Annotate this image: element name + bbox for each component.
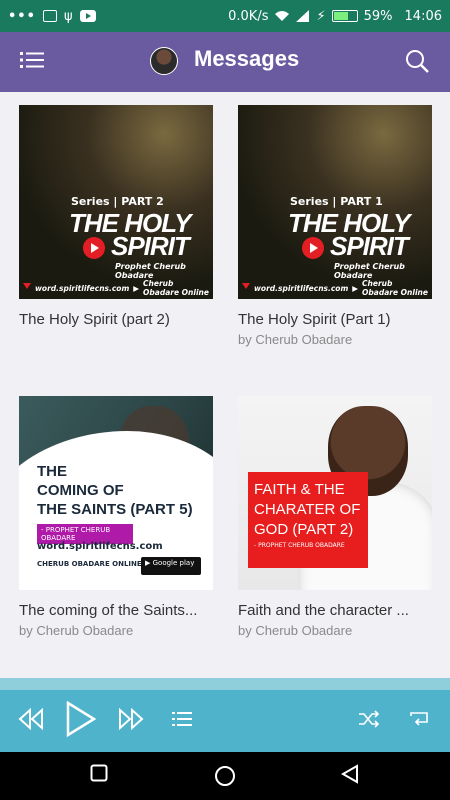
card-title: The coming of the Saints... (19, 602, 198, 619)
card-title: Faith and the character ... (238, 602, 409, 619)
recent-apps-icon[interactable] (90, 764, 108, 782)
message-card[interactable]: Series | PART 2 THE HOLY SPIRIT Prophet … (19, 105, 213, 332)
google-play-badge: ▶ Google play (141, 557, 201, 575)
shuffle-icon[interactable] (358, 710, 380, 728)
battery-icon (331, 10, 358, 22)
thumb-title-line2: SPIRIT (330, 231, 409, 261)
charging-icon: ⚡ (316, 8, 326, 24)
thumb-url: word.spiritlifecns.com (35, 283, 130, 293)
fast-forward-icon[interactable] (118, 708, 144, 730)
wifi-icon (275, 11, 290, 21)
thumb-title-line1: FAITH & THE (254, 481, 345, 498)
thumb-footer: word.spiritlifecns.com ▶ Cherub Obadare … (19, 277, 213, 299)
cast-icon (42, 10, 57, 22)
thumb-footer: word.spiritlifecns.com ▶ Cherub Obadare … (238, 277, 432, 299)
thumb-title-line1: THE (37, 463, 67, 480)
audio-player (0, 678, 450, 752)
status-bar: ••• ψ 0.0K/s ⚡ 59% 14:06 (0, 0, 450, 32)
card-title: The Holy Spirit (part 2) (19, 311, 170, 328)
signal-icon (296, 10, 310, 22)
card-author: by Cherub Obadare (19, 623, 134, 638)
avatar (150, 47, 178, 75)
clock: 14:06 (404, 8, 442, 24)
message-thumbnail: THE COMING OF THE SAINTS (PART 5) - PROP… (19, 396, 213, 590)
search-icon[interactable] (404, 48, 430, 74)
message-thumbnail: Series | PART 2 THE HOLY SPIRIT Prophet … (19, 105, 213, 299)
store-label: Google play (152, 559, 195, 567)
message-card[interactable]: THE COMING OF THE SAINTS (PART 5) - PROP… (19, 396, 213, 638)
card-author: by Cherub Obadare (238, 623, 353, 638)
more-icon: ••• (8, 8, 36, 24)
play-icon (83, 237, 105, 259)
list-menu-icon[interactable] (20, 50, 44, 70)
thumb-title-line3: THE SAINTS (PART 5) (37, 501, 193, 518)
progress-bar[interactable] (0, 678, 450, 690)
thumb-title-line3: GOD (PART 2) (254, 521, 354, 538)
thumb-title-box: FAITH & THE CHARATER OF GOD (PART 2) - P… (248, 472, 368, 568)
thumb-title-line2: COMING OF (37, 482, 124, 499)
thumb-url: word.spiritlifecns.com (37, 541, 163, 552)
thumb-channel: CHERUB OBADARE ONLINE (37, 560, 142, 568)
message-thumbnail: FAITH & THE CHARATER OF GOD (PART 2) - P… (238, 396, 432, 590)
message-thumbnail: Series | PART 1 THE HOLY SPIRIT Prophet … (238, 105, 432, 299)
home-icon[interactable] (214, 765, 236, 787)
youtube-icon (79, 10, 96, 22)
battery-level: 59% (363, 8, 393, 24)
thumb-title: THE COMING OF THE SAINTS (PART 5) (37, 462, 193, 519)
system-nav-bar (0, 752, 450, 800)
message-grid: Series | PART 2 THE HOLY SPIRIT Prophet … (0, 92, 450, 678)
thumb-series: Series | PART 2 (71, 195, 164, 208)
card-author: by Cherub Obadare (238, 332, 353, 347)
play-icon[interactable] (64, 700, 98, 738)
message-card[interactable]: Series | PART 1 THE HOLY SPIRIT Prophet … (238, 105, 432, 347)
thumb-url: word.spiritlifecns.com (254, 283, 349, 293)
message-card[interactable]: FAITH & THE CHARATER OF GOD (PART 2) - P… (238, 396, 432, 638)
card-title: The Holy Spirit (Part 1) (238, 311, 391, 328)
thumb-channel: Cherub Obadare Online (362, 279, 428, 297)
usb-icon: ψ (63, 8, 73, 24)
thumb-channel: Cherub Obadare Online (143, 279, 209, 297)
thumb-prophet: - PROPHET CHERUB OBADARE (254, 542, 345, 549)
repeat-icon[interactable] (408, 710, 430, 728)
rewind-icon[interactable] (18, 708, 44, 730)
download-icon (23, 283, 31, 293)
thumb-title-line2: SPIRIT (111, 231, 190, 261)
arrow-icon: ▶ (133, 283, 140, 293)
arrow-icon: ▶ (352, 283, 359, 293)
app-bar: Messages (0, 32, 450, 92)
queue-icon[interactable] (172, 711, 192, 727)
thumb-title-line2: CHARATER OF (254, 501, 361, 518)
page-title: Messages (194, 46, 300, 71)
back-icon[interactable] (340, 764, 360, 784)
network-speed: 0.0K/s (228, 8, 269, 24)
download-icon (242, 283, 250, 293)
thumb-series: Series | PART 1 (290, 195, 383, 208)
play-icon (302, 237, 324, 259)
